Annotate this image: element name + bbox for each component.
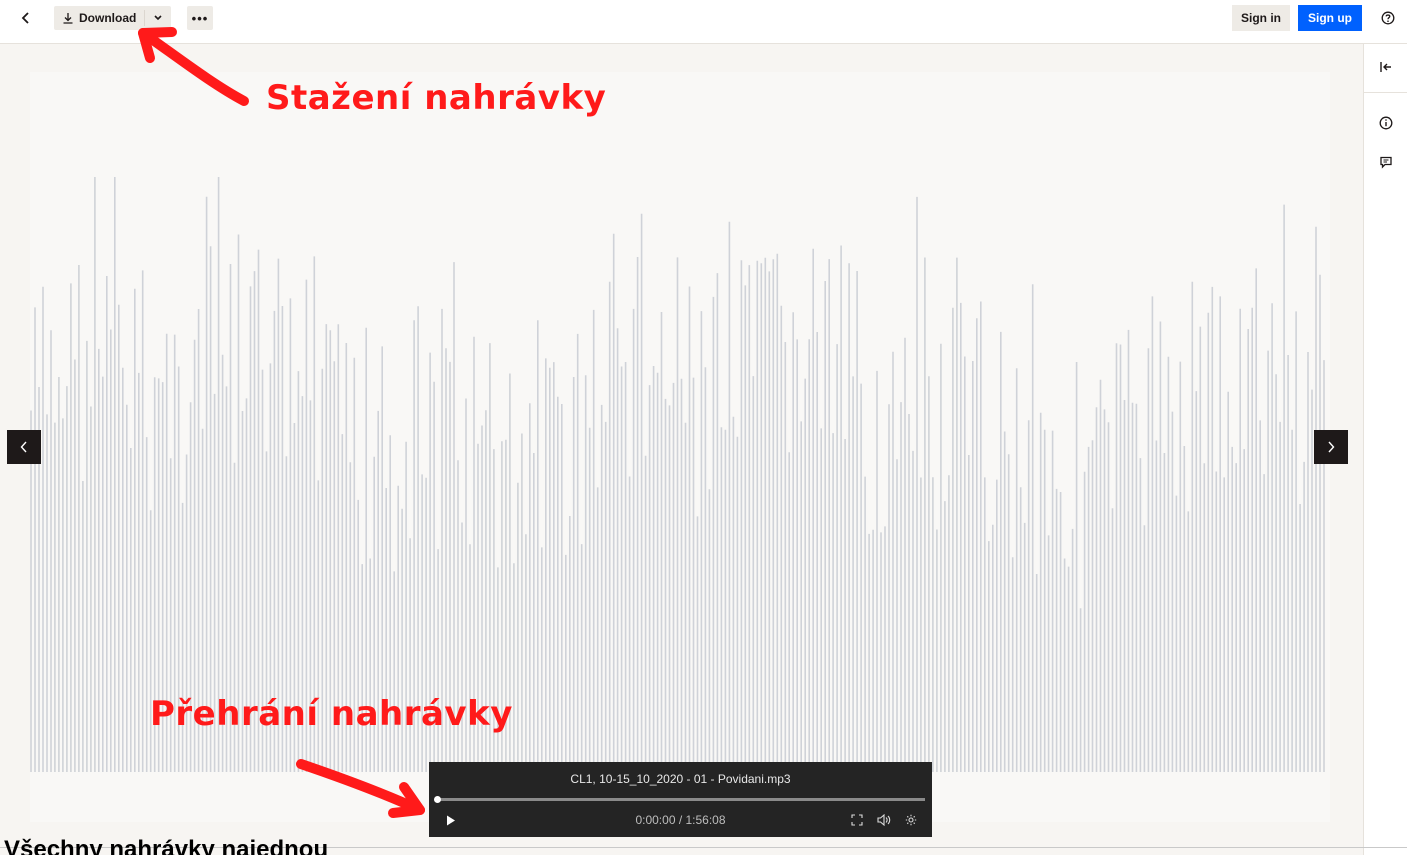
collapse-sidebar-button[interactable] [1364,54,1407,93]
help-icon [1381,11,1395,25]
fullscreen-icon [851,814,863,826]
bottom-caption: Všechny nahrávky najednou [4,836,329,855]
download-group: Download [54,6,172,30]
settings-button[interactable] [903,812,919,828]
settings-icon [905,814,917,826]
back-button[interactable] [14,6,38,30]
info-icon [1379,116,1393,130]
volume-button[interactable] [876,812,892,828]
seek-bar[interactable] [434,796,925,803]
chevron-left-icon [21,12,29,24]
top-bar: Download ••• Sign in Sign up [0,0,1407,44]
seek-handle[interactable] [434,796,441,803]
chevron-down-icon [154,15,162,21]
right-sidebar [1363,44,1407,855]
info-button[interactable] [1375,112,1397,134]
playback-annotation: Přehrání nahrávky [150,694,513,734]
previous-file-button[interactable] [7,430,41,464]
help-button[interactable] [1378,8,1398,28]
download-icon [63,13,73,24]
chevron-left-icon [20,441,27,453]
sign-in-button[interactable]: Sign in [1232,5,1290,31]
file-name: CL1, 10-15_10_2020 - 01 - Povidani.mp3 [570,772,791,786]
volume-icon [877,814,891,826]
comment-icon [1380,156,1392,169]
next-file-button[interactable] [1314,430,1348,464]
sign-up-button[interactable]: Sign up [1298,5,1362,31]
download-button[interactable]: Download [54,6,144,30]
audio-player: CL1, 10-15_10_2020 - 01 - Povidani.mp3 0… [429,762,932,837]
fullscreen-button[interactable] [849,812,865,828]
download-options-button[interactable] [145,6,171,30]
download-annotation: Stažení nahrávky [266,78,607,118]
more-options-button[interactable]: ••• [187,6,213,30]
download-label: Download [79,11,137,25]
chevron-right-icon [1328,441,1335,453]
collapse-panel-icon [1379,62,1391,72]
comments-button[interactable] [1375,151,1397,173]
